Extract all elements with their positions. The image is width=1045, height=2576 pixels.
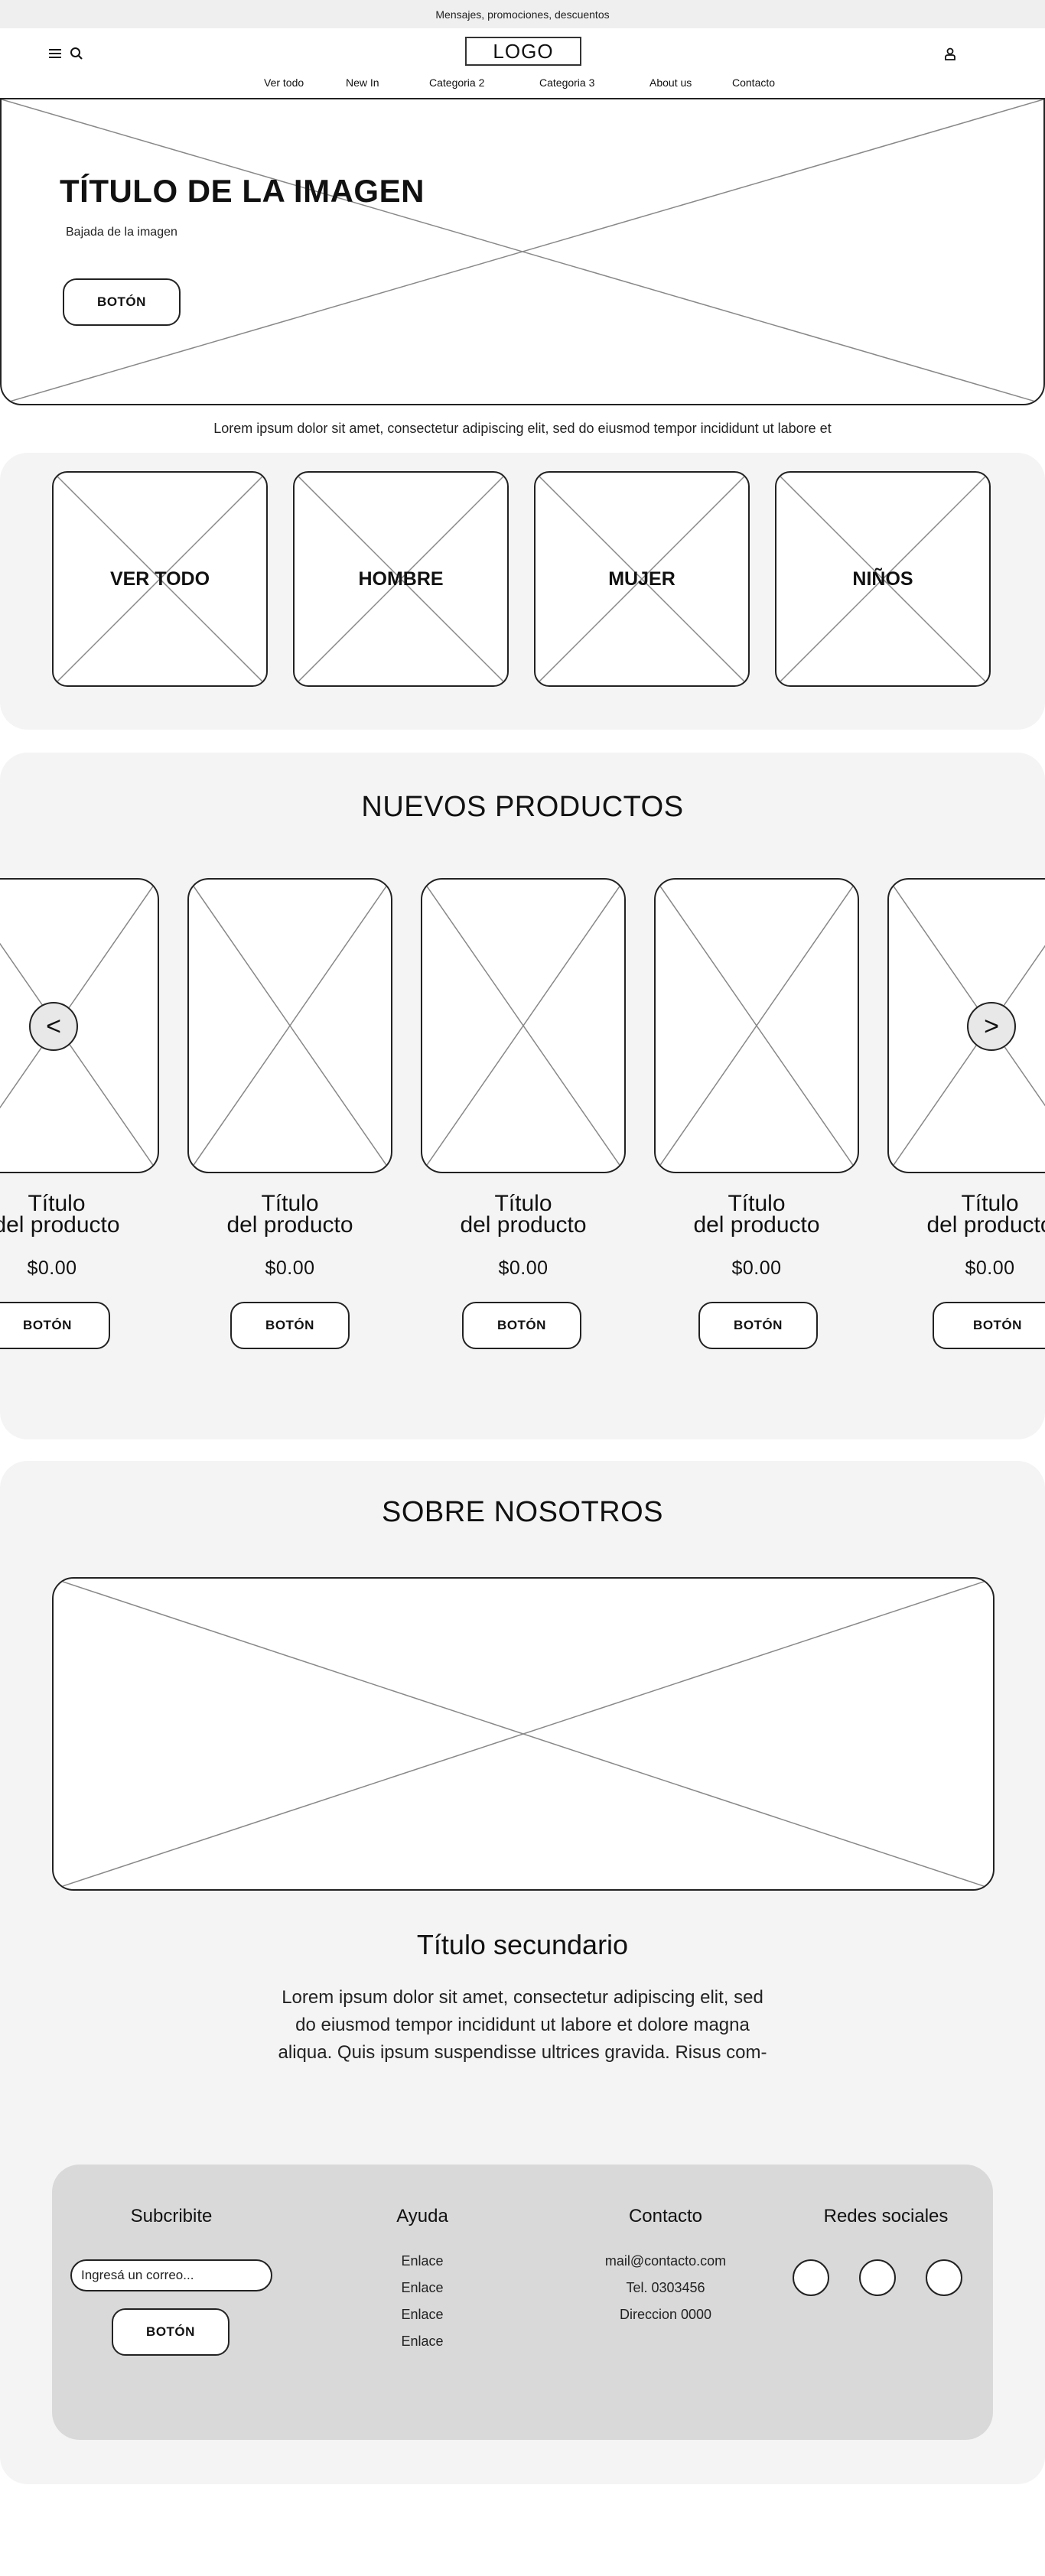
promo-text: Mensajes, promociones, descuentos (435, 8, 610, 21)
footer-title-subscribe: Subcribite (130, 2206, 213, 2226)
image-placeholder-icon (422, 880, 624, 1172)
product-button[interactable]: BOTÓN (230, 1302, 350, 1349)
footer-help-link[interactable]: Enlace (353, 2253, 491, 2269)
product-button[interactable]: BOTÓN (933, 1302, 1045, 1349)
hero-subtitle: Bajada de la imagen (66, 226, 177, 239)
product-price: $0.00 (731, 1257, 782, 1279)
product-image[interactable] (421, 878, 626, 1173)
nav-item-contacto[interactable]: Contacto (732, 76, 775, 89)
image-placeholder-icon (2, 99, 1043, 404)
section-title-about: SOBRE NOSOTROS (381, 1496, 664, 1528)
section-title-new-products: NUEVOS PRODUCTOS (361, 791, 684, 823)
product-button[interactable]: BOTÓN (698, 1302, 818, 1349)
product-image[interactable] (887, 878, 1045, 1173)
category-label: NIÑOS (852, 568, 913, 590)
category-label: HOMBRE (358, 568, 444, 590)
hero-title: TÍTULO DE LA IMAGEN (60, 173, 425, 209)
new-products-section: NUEVOS PRODUCTOS < > Título del producto … (0, 753, 1045, 1439)
main-nav: Ver todo New In Categoria 2 Categoria 3 … (0, 76, 1045, 95)
product-button[interactable]: BOTÓN (0, 1302, 110, 1349)
product-price: $0.00 (27, 1257, 77, 1279)
product-button[interactable]: BOTÓN (462, 1302, 581, 1349)
product-price: $0.00 (265, 1257, 315, 1279)
about-subtitle: Título secundario (416, 1929, 629, 1960)
image-placeholder-icon (0, 880, 158, 1172)
product-price: $0.00 (965, 1257, 1015, 1279)
image-placeholder-icon (189, 880, 391, 1172)
categories-section: VER TODO HOMBRE MUJER NIÑOS (0, 453, 1045, 730)
category-card-ninos[interactable]: NIÑOS (775, 471, 991, 687)
footer: Subcribite BOTÓN Ayuda Enlace Enlace Enl… (52, 2165, 993, 2440)
carousel-prev-button[interactable]: < (29, 1002, 78, 1051)
hero-button[interactable]: BOTÓN (63, 278, 181, 326)
menu-icon[interactable] (46, 44, 64, 63)
product-title: Título del producto (693, 1191, 820, 1238)
nav-item-categoria-2[interactable]: Categoria 2 (429, 76, 484, 89)
footer-title-help: Ayuda (396, 2206, 448, 2226)
footer-help-link[interactable]: Enlace (353, 2307, 491, 2323)
nav-item-new-in[interactable]: New In (346, 76, 379, 89)
user-icon[interactable] (941, 44, 959, 63)
product-image[interactable] (0, 878, 159, 1173)
product-title: Título del producto (0, 1191, 120, 1238)
nav-item-ver-todo[interactable]: Ver todo (264, 76, 304, 89)
newsletter-email-input[interactable] (70, 2259, 272, 2291)
category-label: VER TODO (109, 568, 210, 590)
tagline: Lorem ipsum dolor sit amet, consectetur … (213, 421, 832, 436)
footer-help-link[interactable]: Enlace (353, 2334, 491, 2350)
product-price: $0.00 (498, 1257, 549, 1279)
category-card-mujer[interactable]: MUJER (534, 471, 750, 687)
image-placeholder-icon (54, 1579, 993, 1889)
social-icon[interactable] (859, 2259, 896, 2296)
nav-item-about-us[interactable]: About us (649, 76, 692, 89)
footer-help-link[interactable]: Enlace (353, 2280, 491, 2296)
subscribe-button[interactable]: BOTÓN (112, 2308, 230, 2356)
logo-text: LOGO (493, 39, 554, 63)
footer-contact-email[interactable]: mail@contacto.com (574, 2253, 757, 2269)
footer-title-contact: Contacto (628, 2206, 703, 2226)
promo-bar: Mensajes, promociones, descuentos (0, 0, 1045, 28)
hero-banner: TÍTULO DE LA IMAGEN Bajada de la imagen … (0, 98, 1045, 405)
about-image (52, 1577, 995, 1891)
product-image[interactable] (654, 878, 859, 1173)
footer-title-social: Redes sociales (823, 2206, 949, 2226)
category-card-hombre[interactable]: HOMBRE (293, 471, 509, 687)
product-image[interactable] (187, 878, 392, 1173)
footer-contact-phone: Tel. 0303456 (626, 2280, 705, 2295)
footer-contact-address: Direccion 0000 (619, 2307, 712, 2322)
product-title: Título del producto (460, 1191, 587, 1238)
product-title: Título del producto (226, 1191, 353, 1238)
social-icon[interactable] (793, 2259, 829, 2296)
image-placeholder-icon (656, 880, 858, 1172)
social-icon[interactable] (926, 2259, 962, 2296)
logo[interactable]: LOGO (465, 37, 581, 66)
category-card-ver-todo[interactable]: VER TODO (52, 471, 268, 687)
about-body: Lorem ipsum dolor sit amet, consectetur … (278, 1987, 767, 2063)
product-title: Título del producto (926, 1191, 1045, 1238)
category-label: MUJER (608, 568, 676, 590)
nav-item-categoria-3[interactable]: Categoria 3 (539, 76, 594, 89)
carousel-next-button[interactable]: > (967, 1002, 1016, 1051)
search-icon[interactable] (67, 44, 86, 63)
